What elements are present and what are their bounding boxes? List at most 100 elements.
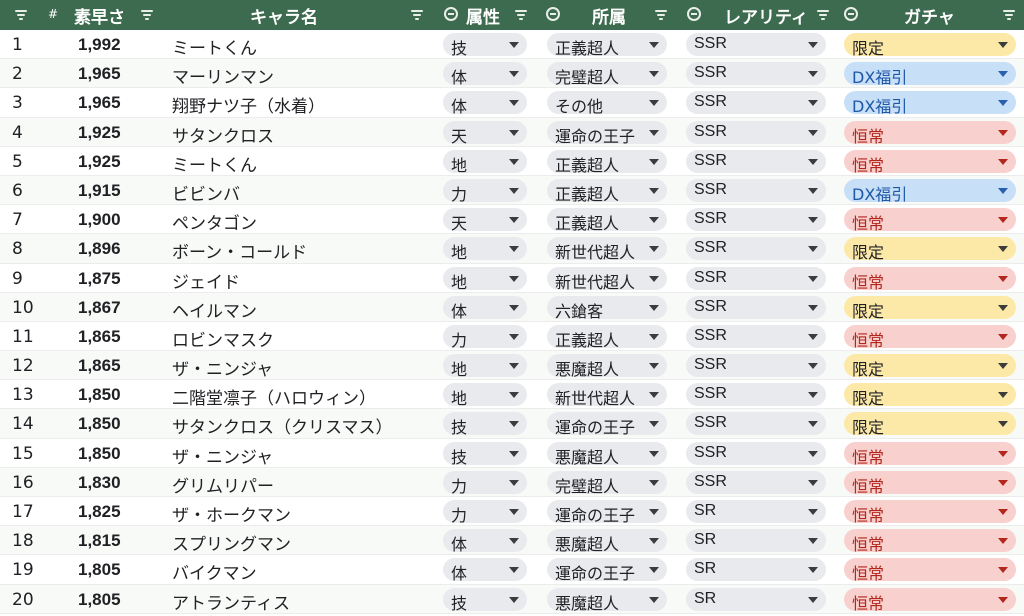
speed-value[interactable]: 1,965: [78, 93, 121, 113]
attribute-dropdown[interactable]: 体: [443, 91, 527, 116]
gacha-dropdown[interactable]: 限定: [844, 237, 1016, 262]
rarity-dropdown[interactable]: SSR: [686, 62, 826, 86]
rarity-dropdown[interactable]: SSR: [686, 237, 826, 261]
affiliation-dropdown[interactable]: 運命の王子: [547, 558, 667, 583]
gacha-dropdown[interactable]: 恒常: [844, 500, 1016, 525]
affiliation-dropdown[interactable]: 悪魔超人: [547, 587, 667, 613]
speed-value[interactable]: 1,805: [78, 590, 121, 610]
header-attr[interactable]: 属性: [466, 3, 500, 28]
speed-value[interactable]: 1,850: [78, 385, 121, 405]
rarity-dropdown[interactable]: SSR: [686, 149, 826, 173]
attribute-dropdown[interactable]: 天: [443, 120, 527, 146]
speed-value[interactable]: 1,825: [78, 502, 121, 522]
attribute-dropdown[interactable]: 地: [443, 383, 527, 408]
affiliation-dropdown[interactable]: 正義超人: [547, 324, 667, 350]
gacha-dropdown[interactable]: 恒常: [844, 441, 1016, 467]
attribute-dropdown[interactable]: 技: [443, 587, 527, 613]
speed-value[interactable]: 1,805: [78, 560, 121, 580]
rarity-dropdown[interactable]: SSR: [686, 441, 826, 465]
character-name[interactable]: ミートくん: [172, 151, 257, 176]
speed-value[interactable]: 1,865: [78, 327, 121, 347]
attribute-dropdown[interactable]: 力: [443, 324, 527, 350]
speed-value[interactable]: 1,830: [78, 473, 121, 493]
speed-value[interactable]: 1,925: [78, 123, 121, 143]
character-name[interactable]: ボーン・コールド: [172, 238, 307, 263]
character-name[interactable]: バイクマン: [172, 559, 257, 584]
affiliation-dropdown[interactable]: 新世代超人: [547, 266, 667, 292]
affiliation-dropdown[interactable]: 完璧超人: [547, 62, 667, 87]
attribute-dropdown[interactable]: 技: [443, 441, 527, 467]
speed-value[interactable]: 1,875: [78, 269, 121, 289]
attribute-dropdown[interactable]: 体: [443, 62, 527, 87]
affiliation-dropdown[interactable]: 運命の王子: [547, 412, 667, 437]
affiliation-dropdown[interactable]: 正義超人: [547, 149, 667, 175]
attribute-dropdown[interactable]: 地: [443, 266, 527, 292]
header-name[interactable]: キャラ名: [250, 3, 318, 28]
affiliation-dropdown[interactable]: 悪魔超人: [547, 354, 667, 379]
speed-value[interactable]: 1,865: [78, 356, 121, 376]
gacha-dropdown[interactable]: DX福引: [844, 91, 1016, 116]
affiliation-dropdown[interactable]: 六鎗客: [547, 295, 667, 321]
gacha-dropdown[interactable]: 恒常: [844, 266, 1016, 292]
affiliation-dropdown[interactable]: 新世代超人: [547, 383, 667, 408]
rarity-dropdown[interactable]: SR: [686, 529, 826, 553]
gacha-dropdown[interactable]: 限定: [844, 295, 1016, 321]
gacha-dropdown[interactable]: 恒常: [844, 324, 1016, 350]
gacha-dropdown[interactable]: 限定: [844, 33, 1016, 58]
filter-icon[interactable]: [140, 8, 154, 22]
attribute-dropdown[interactable]: 地: [443, 237, 527, 262]
character-name[interactable]: ザ・ニンジャ: [172, 443, 273, 468]
character-name[interactable]: サタンクロス（クリスマス）: [172, 413, 393, 438]
gacha-dropdown[interactable]: DX福引: [844, 178, 1016, 204]
filter-icon[interactable]: [514, 8, 528, 22]
rarity-dropdown[interactable]: SSR: [686, 91, 826, 115]
filter-icon[interactable]: [410, 8, 424, 22]
gacha-dropdown[interactable]: 限定: [844, 383, 1016, 408]
attribute-dropdown[interactable]: 技: [443, 33, 527, 58]
attribute-dropdown[interactable]: 天: [443, 208, 527, 233]
speed-value[interactable]: 1,850: [78, 444, 121, 464]
rarity-dropdown[interactable]: SR: [686, 587, 826, 611]
rarity-dropdown[interactable]: SR: [686, 558, 826, 582]
header-rarity[interactable]: レアリティ: [724, 3, 808, 28]
gacha-dropdown[interactable]: 恒常: [844, 149, 1016, 175]
speed-value[interactable]: 1,850: [78, 414, 121, 434]
rarity-dropdown[interactable]: SSR: [686, 470, 826, 494]
attribute-dropdown[interactable]: 力: [443, 470, 527, 496]
rarity-dropdown[interactable]: SSR: [686, 266, 826, 290]
attribute-dropdown[interactable]: 体: [443, 558, 527, 583]
speed-value[interactable]: 1,896: [78, 239, 121, 259]
rarity-dropdown[interactable]: SSR: [686, 178, 826, 202]
character-name[interactable]: ミートくん: [172, 34, 257, 59]
attribute-dropdown[interactable]: 体: [443, 529, 527, 554]
character-name[interactable]: ロビンマスク: [172, 326, 274, 351]
filter-icon[interactable]: [14, 8, 28, 22]
character-name[interactable]: アトランティス: [172, 589, 290, 614]
character-name[interactable]: ヘイルマン: [172, 297, 257, 322]
header-speed[interactable]: 素早さ: [74, 3, 125, 28]
character-name[interactable]: マーリンマン: [172, 63, 274, 88]
affiliation-dropdown[interactable]: 運命の王子: [547, 120, 667, 146]
affiliation-dropdown[interactable]: 正義超人: [547, 178, 667, 204]
gacha-dropdown[interactable]: 恒常: [844, 587, 1016, 613]
affiliation-dropdown[interactable]: 悪魔超人: [547, 441, 667, 467]
rarity-dropdown[interactable]: SSR: [686, 354, 826, 378]
attribute-dropdown[interactable]: 体: [443, 295, 527, 321]
filter-icon[interactable]: [1002, 8, 1016, 22]
rarity-dropdown[interactable]: SSR: [686, 208, 826, 232]
character-name[interactable]: ビビンバ: [172, 180, 240, 205]
speed-value[interactable]: 1,815: [78, 531, 121, 551]
speed-value[interactable]: 1,965: [78, 64, 121, 84]
affiliation-dropdown[interactable]: 悪魔超人: [547, 529, 667, 554]
affiliation-dropdown[interactable]: 新世代超人: [547, 237, 667, 262]
gacha-dropdown[interactable]: DX福引: [844, 62, 1016, 87]
gacha-dropdown[interactable]: 限定: [844, 354, 1016, 379]
rarity-dropdown[interactable]: SSR: [686, 383, 826, 407]
character-name[interactable]: サタンクロス: [172, 122, 274, 147]
affiliation-dropdown[interactable]: 正義超人: [547, 208, 667, 233]
character-name[interactable]: ザ・ホークマン: [172, 501, 291, 526]
affiliation-dropdown[interactable]: 正義超人: [547, 33, 667, 58]
gacha-dropdown[interactable]: 恒常: [844, 558, 1016, 583]
character-name[interactable]: 翔野ナツ子（水着）: [172, 92, 325, 117]
rarity-dropdown[interactable]: SSR: [686, 120, 826, 144]
